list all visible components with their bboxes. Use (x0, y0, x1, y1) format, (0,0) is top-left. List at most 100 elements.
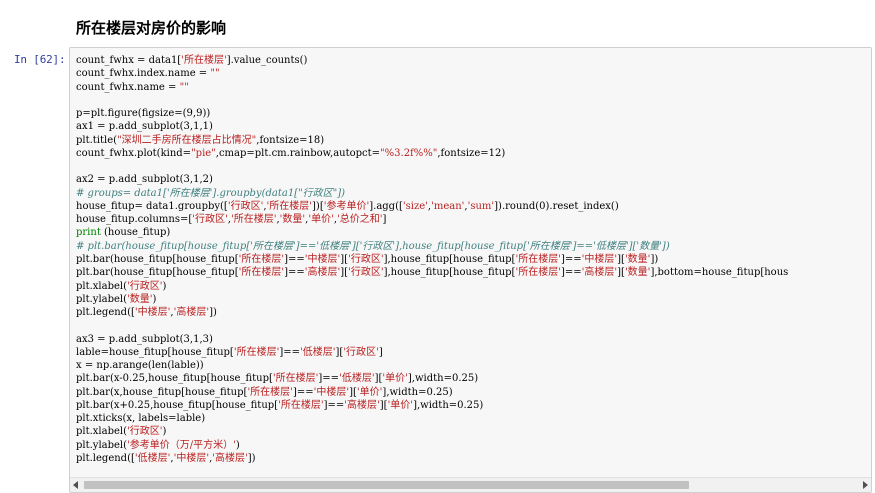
code-token: house_fitup.columns=[ (76, 214, 193, 226)
horizontal-scrollbar[interactable] (70, 477, 871, 492)
code-line: plt.ylabel('参考单价（万/平方米）') (76, 439, 871, 452)
code-token: '行政区' (343, 346, 379, 358)
code-token: plt.xlabel( (76, 280, 128, 292)
code-token: plt.title( (76, 134, 118, 146)
code-token: plt.ylabel( (76, 293, 128, 305)
code-token: ] (378, 346, 383, 358)
code-token: '数量' (624, 253, 651, 265)
code-token: ],house_fitup[house_fitup[ (383, 267, 516, 279)
code-token: '数量' (279, 214, 306, 226)
code-token: ) (162, 426, 167, 438)
code-token: ) (162, 280, 167, 292)
code-token: "" (179, 81, 189, 93)
code-line: plt.bar(house_fitup[house_fitup['所在楼层']=… (76, 266, 871, 279)
code-token: ]== (284, 253, 305, 265)
code-token: '所在楼层' (233, 346, 280, 358)
code-token: house_fitup= data1.groupby([ (76, 200, 228, 212)
code-token: 'sum' (467, 200, 495, 212)
code-token: ,cmap=plt.cm.rainbow,autopct= (215, 147, 381, 159)
code-token: ) (152, 293, 157, 305)
code-line: ax2 = p.add_subplot(3,1,2) (76, 173, 871, 186)
code-token: '中楼层' (173, 452, 210, 464)
code-token: ],width=0.25) (407, 373, 479, 385)
code-token: count_fwhx.plot(kind= (76, 147, 192, 159)
code-token: ,fontsize=12) (437, 147, 506, 159)
code-token: ]== (323, 399, 345, 411)
code-token: '低楼层' (339, 373, 375, 385)
code-token: "%3.2f%%" (380, 147, 438, 159)
code-line: count_fwhx = data1['所在楼层'].value_counts(… (76, 54, 871, 67)
code-line: plt.legend(['中楼层','高楼层']) (76, 306, 871, 319)
code-token: ]== (279, 346, 300, 358)
code-token: ax3 = p.add_subplot(3,1,3) (76, 333, 213, 345)
code-token: '所在楼层' (247, 386, 293, 398)
scroll-left-arrow-icon[interactable] (73, 481, 78, 489)
scrollbar-thumb[interactable] (84, 481, 689, 489)
code-token: ]== (318, 373, 340, 385)
code-line: plt.xlabel('行政区') (76, 425, 871, 438)
code-token: count_fwhx.name = (76, 81, 180, 93)
code-token: '低楼层' (300, 346, 336, 358)
code-token: plt.bar(x-0.25,house_fitup[house_fitup[ (76, 373, 273, 385)
code-token: '数量' (624, 267, 651, 279)
code-token: '所在楼层' (181, 55, 227, 66)
code-token: plt.bar(house_fitup[house_fitup[ (76, 253, 239, 265)
code-token: '高楼层' (212, 452, 248, 464)
code-token: '行政区' (192, 214, 228, 226)
code-line: # plt.bar(house_fitup[house_fitup['所在楼层'… (76, 240, 871, 253)
code-token: ]) (209, 307, 217, 319)
code-line: plt.bar(x+0.25,house_fitup[house_fitup['… (76, 399, 871, 412)
code-token: ]== (560, 267, 582, 279)
code-token: ].agg([ (369, 200, 403, 212)
code-line: p=plt.figure(figsize=(9,9)) (76, 107, 871, 120)
code-token: '单价' (308, 214, 334, 226)
code-token: ][ (617, 253, 625, 265)
code-line: plt.bar(x,house_fitup[house_fitup['所在楼层'… (76, 386, 871, 399)
code-token: '所在楼层' (238, 267, 285, 279)
code-token: print (76, 227, 101, 239)
code-token: plt.bar(house_fitup[house_fitup[ (76, 267, 239, 279)
code-token: # groups= data1['所在楼层'].groupby(data1["行… (76, 187, 346, 199)
code-token: ]== (560, 253, 582, 265)
code-token: 'mean' (431, 200, 465, 212)
code-token: plt.bar(x+0.25,house_fitup[house_fitup[ (76, 399, 279, 411)
code-token: '所在楼层' (278, 399, 324, 411)
code-token: '行政区' (127, 426, 163, 438)
code-token: x = np.arange(len(lable)) (76, 360, 204, 372)
code-token: '数量' (127, 293, 153, 305)
code-token: ],width=0.25) (413, 399, 484, 411)
code-line: ax3 = p.add_subplot(3,1,3) (76, 333, 871, 346)
code-token: ][ (340, 267, 349, 279)
code-line: count_fwhx.name = "" (76, 81, 871, 94)
code-token: '行政区' (348, 253, 384, 265)
code-token: plt.xticks(x, labels=lable) (76, 413, 206, 425)
code-token: '高楼层' (344, 399, 380, 411)
code-line: print (house_fitup) (76, 226, 871, 239)
code-token: '高楼层' (173, 307, 210, 319)
code-token: '行政区' (227, 200, 264, 212)
code-token: ]== (284, 267, 305, 279)
code-token: '单价' (382, 373, 408, 385)
code-token: plt.legend([ (76, 307, 135, 319)
cell-prompt: In [62]: (14, 53, 66, 66)
code-token: '参考单价（万/平方米）' (127, 439, 236, 451)
code-line: plt.legend(['低楼层','中楼层','高楼层']) (76, 452, 871, 465)
code-line: plt.ylabel('数量') (76, 293, 871, 306)
code-line: count_fwhx.plot(kind="pie",cmap=plt.cm.r… (76, 147, 871, 160)
code-token: ]).round(0).reset_index() (494, 200, 619, 212)
code-token: ) (235, 439, 240, 451)
code-line: x = np.arange(len(lable)) (76, 359, 871, 372)
scroll-right-arrow-icon[interactable] (863, 481, 868, 489)
code-token: plt.ylabel( (76, 439, 128, 451)
code-token: ax1 = p.add_subplot(3,1,1) (76, 121, 213, 133)
code-token: count_fwhx = data1[ (76, 55, 182, 66)
code-editor[interactable]: count_fwhx = data1['所在楼层'].value_counts(… (76, 54, 871, 476)
code-token: count_fwhx.index.name = (76, 68, 211, 80)
code-token: ])[ (312, 200, 324, 212)
code-line: plt.bar(house_fitup[house_fitup['所在楼层']=… (76, 253, 871, 266)
code-line: plt.title("深圳二手房所在楼层占比情况",fontsize=18) (76, 134, 871, 147)
code-token: '单价' (356, 386, 383, 398)
code-token: # plt.bar(house_fitup[house_fitup['所在楼层'… (76, 240, 670, 252)
code-cell[interactable]: count_fwhx = data1['所在楼层'].value_counts(… (69, 47, 872, 493)
